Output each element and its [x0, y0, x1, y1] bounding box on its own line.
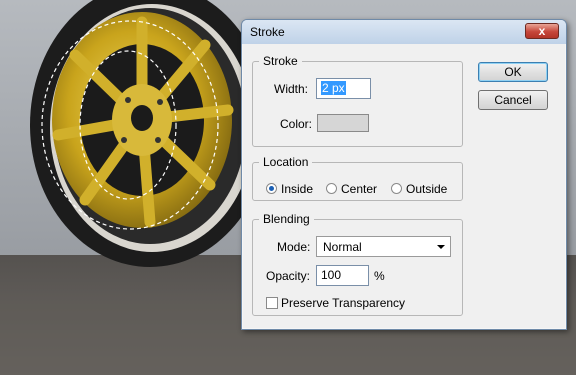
color-swatch[interactable] — [317, 114, 369, 132]
stroke-dialog: Stroke x OK Cancel Stroke Width: 2 px Co… — [241, 19, 567, 330]
cancel-button[interactable]: Cancel — [478, 90, 548, 110]
center-radio[interactable] — [326, 183, 337, 194]
width-input[interactable]: 2 px — [316, 78, 371, 99]
opacity-label: Opacity: — [266, 269, 311, 283]
ok-button[interactable]: OK — [478, 62, 548, 82]
close-button[interactable]: x — [525, 23, 559, 39]
chevron-down-icon — [437, 245, 445, 249]
stroke-group: Stroke — [252, 54, 463, 147]
stroke-group-legend: Stroke — [263, 54, 298, 68]
width-label: Width: — [274, 82, 309, 96]
mode-label: Mode: — [277, 240, 311, 254]
outside-radio-label[interactable]: Outside — [406, 182, 447, 196]
location-group-legend: Location — [263, 155, 309, 169]
close-icon: x — [538, 24, 546, 38]
dialog-title: Stroke — [250, 25, 285, 39]
blending-group-legend: Blending — [263, 212, 310, 226]
width-value: 2 px — [321, 81, 346, 95]
outside-radio[interactable] — [391, 183, 402, 194]
opacity-value: 100 — [321, 268, 342, 282]
preserve-transparency-label[interactable]: Preserve Transparency — [281, 296, 405, 310]
opacity-input[interactable]: 100 — [316, 265, 369, 286]
center-radio-label[interactable]: Center — [341, 182, 377, 196]
opacity-unit: % — [374, 269, 385, 283]
inside-radio-label[interactable]: Inside — [281, 182, 313, 196]
mode-value: Normal — [323, 240, 362, 254]
inside-radio[interactable] — [266, 183, 277, 194]
color-label: Color: — [280, 117, 313, 131]
preserve-transparency-checkbox[interactable] — [266, 297, 278, 309]
mode-dropdown[interactable]: Normal — [316, 236, 451, 257]
dialog-titlebar[interactable]: Stroke x — [242, 20, 566, 44]
